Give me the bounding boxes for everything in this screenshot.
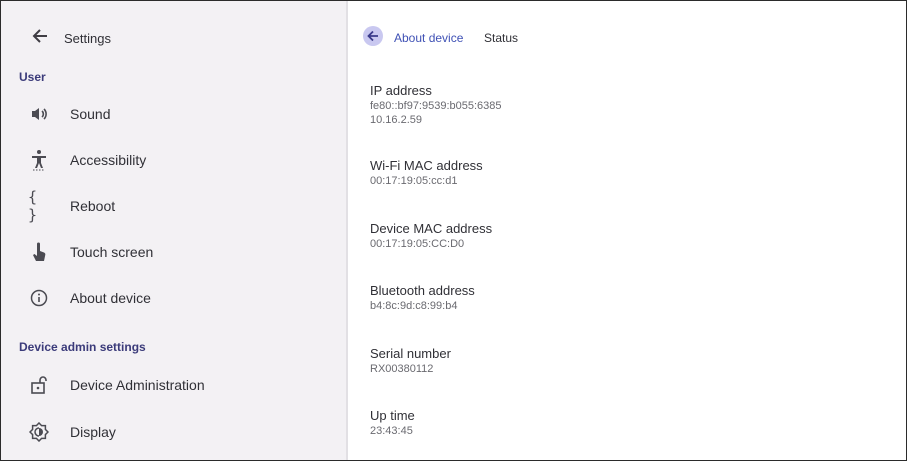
info-value: 00:17:19:05:cc:d1 [370, 175, 458, 187]
info-ip-address: IP address fe80::bf97:9539:b055:6385 10.… [370, 83, 502, 127]
info-device-mac: Device MAC address 00:17:19:05:CC:D0 [370, 221, 492, 251]
braces-icon: { } [28, 188, 38, 224]
section-header-user: User [19, 70, 46, 84]
sidebar-item-label: Sound [70, 106, 111, 122]
settings-sidebar: Settings User Sound Accessibility { } Re… [1, 1, 346, 460]
speaker-icon [28, 103, 50, 125]
sidebar-item-label: About device [70, 290, 151, 306]
sidebar-item-device-administration[interactable]: Device Administration [1, 365, 346, 409]
brightness-icon [28, 421, 50, 443]
accessibility-icon [28, 149, 50, 171]
info-key: Serial number [370, 346, 451, 361]
sidebar-item-about-device[interactable]: About device [1, 278, 346, 322]
info-value: 10.16.2.59 [370, 114, 422, 126]
touch-icon [28, 241, 50, 263]
sidebar-title: Settings [64, 31, 111, 46]
sidebar-item-touch-screen[interactable]: Touch screen [1, 232, 346, 276]
info-key: Device MAC address [370, 221, 493, 236]
detail-pane: About device Status IP address fe80::bf9… [348, 1, 906, 460]
info-value: b4:8c:9d:c8:99:b4 [370, 300, 458, 312]
info-bluetooth: Bluetooth address b4:8c:9d:c8:99:b4 [370, 283, 475, 313]
sidebar-item-display[interactable]: Display [1, 412, 346, 456]
info-key: Bluetooth address [370, 283, 475, 298]
sidebar-item-label: Device Administration [70, 377, 205, 393]
sidebar-item-label: Display [70, 424, 116, 440]
section-header-device-admin: Device admin settings [19, 340, 146, 354]
info-value: 23:43:45 [370, 425, 413, 437]
info-wifi-mac: Wi-Fi MAC address 00:17:19:05:cc:d1 [370, 158, 483, 188]
back-arrow-icon[interactable] [29, 27, 51, 49]
breadcrumb-status: Status [484, 31, 519, 45]
info-value: RX00380112 [370, 363, 434, 375]
sidebar-item-reboot[interactable]: { } Reboot [1, 186, 346, 230]
info-icon [28, 287, 50, 309]
info-key: IP address [370, 83, 432, 98]
sidebar-item-label: Touch screen [70, 244, 154, 260]
sidebar-item-accessibility[interactable]: Accessibility [1, 140, 346, 184]
window: Settings User Sound Accessibility { } Re… [0, 0, 907, 461]
info-key: Wi-Fi MAC address [370, 158, 483, 173]
info-value: fe80::bf97:9539:b055:6385 [370, 100, 502, 112]
sidebar-item-label: Accessibility [70, 152, 147, 168]
info-up-time: Up time 23:43:45 [370, 408, 415, 438]
info-value: 00:17:19:05:CC:D0 [370, 238, 465, 250]
sidebar-item-sound[interactable]: Sound [1, 94, 346, 138]
info-serial-number: Serial number RX00380112 [370, 346, 451, 376]
sidebar-item-label: Reboot [70, 198, 116, 214]
info-key: Up time [370, 408, 415, 423]
back-arrow-icon[interactable] [363, 26, 383, 46]
breadcrumb-about-device[interactable]: About device [394, 31, 463, 45]
unlock-icon [28, 374, 50, 396]
